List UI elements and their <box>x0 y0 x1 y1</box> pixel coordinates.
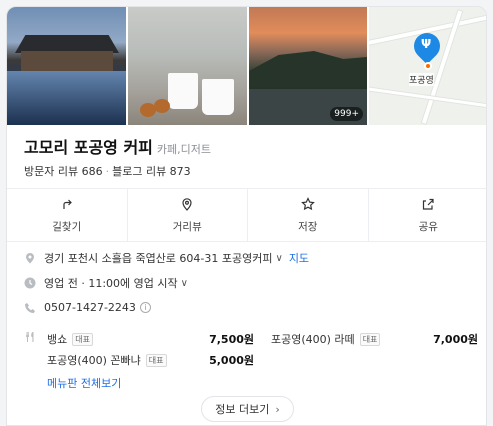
place-category: 카페,디저트 <box>156 143 212 156</box>
action-bar: 길찾기 거리뷰 저장 공유 <box>7 188 487 242</box>
directions-button[interactable]: 길찾기 <box>7 189 128 241</box>
visitor-review-link[interactable]: 방문자 리뷰 686 <box>24 165 103 178</box>
address-text: 경기 포천시 소흘읍 죽엽산로 604-31 포공영커피 <box>44 252 273 265</box>
fork-knife-icon <box>24 331 36 343</box>
pastry <box>154 99 170 113</box>
photo-count-badge: 999+ <box>330 107 363 121</box>
map-place-label: 포공영 <box>409 73 434 86</box>
menu-item-name: 포공영(400) 라떼 <box>271 333 355 346</box>
representative-badge: 대표 <box>145 353 167 367</box>
hanok-building <box>21 51 113 71</box>
directions-icon <box>60 196 74 215</box>
coffee-cup <box>168 73 198 109</box>
street-view-icon <box>180 196 194 215</box>
hours-row: 영업 전 · 11:00에 영업 시작 ∨ <box>24 275 188 291</box>
share-icon <box>421 196 435 215</box>
street-view-label: 거리뷰 <box>172 221 202 233</box>
menu-item[interactable]: 포공영(400) 꼰빠냐 대표 <box>47 352 167 368</box>
chevron-down-icon[interactable]: ∨ <box>181 278 188 289</box>
address-row: 경기 포천시 소흘읍 죽엽산로 604-31 포공영커피 ∨ 지도 <box>24 250 309 266</box>
info-icon[interactable]: i <box>139 302 151 313</box>
phone-icon <box>24 302 36 314</box>
representative-badge: 대표 <box>359 332 381 346</box>
more-info-label: 정보 더보기 <box>215 403 270 416</box>
menu-item-name: 포공영(400) 꼰빠냐 <box>47 354 141 367</box>
place-title-row: 고모리 포공영 커피 카페,디저트 <box>24 134 211 158</box>
place-name: 고모리 포공영 커피 <box>24 138 153 157</box>
photo-coffee-cups[interactable] <box>128 7 247 125</box>
directions-label: 길찾기 <box>52 221 82 233</box>
menu-item-price: 7,500원 <box>209 333 254 346</box>
photo-strip: 999+ Ψ 포공영 <box>7 7 486 125</box>
phone-row: 0507-1427-2243 i <box>24 301 151 314</box>
chevron-down-icon[interactable]: ∨ <box>275 253 282 264</box>
menu-item-price: 7,000원 <box>433 333 478 346</box>
menu-item[interactable]: 포공영(400) 라떼 대표 <box>271 331 381 347</box>
separator: · <box>105 165 110 178</box>
cafe-icon: Ψ <box>421 37 432 51</box>
review-summary: 방문자 리뷰 686 · 블로그 리뷰 873 <box>24 163 191 179</box>
more-info-button[interactable]: 정보 더보기 › <box>201 396 294 422</box>
blog-review-link[interactable]: 블로그 리뷰 873 <box>112 165 191 178</box>
hours-text: 영업 전 · 11:00에 영업 시작 <box>44 277 178 290</box>
save-label: 저장 <box>298 221 318 233</box>
map-thumbnail[interactable]: Ψ 포공영 <box>369 7 486 125</box>
phone-number[interactable]: 0507-1427-2243 <box>44 301 136 314</box>
share-button[interactable]: 공유 <box>369 189 487 241</box>
clock-icon <box>24 277 36 289</box>
menu-item-price: 5,000원 <box>209 354 254 367</box>
coffee-cup <box>202 79 234 115</box>
photo-sunset-terrace[interactable]: 999+ <box>249 7 367 125</box>
location-pin-icon <box>24 252 36 264</box>
save-button[interactable]: 저장 <box>248 189 369 241</box>
map-link[interactable]: 지도 <box>289 250 309 266</box>
menu-item[interactable]: 뱅쇼 대표 <box>47 331 93 347</box>
street-view-button[interactable]: 거리뷰 <box>128 189 248 241</box>
place-card: 999+ Ψ 포공영 고모리 포공영 커피 카페,디저트 방문자 리뷰 686 ·… <box>6 6 487 426</box>
photo-hanok-pool[interactable] <box>7 7 126 125</box>
full-menu-link[interactable]: 메뉴판 전체보기 <box>47 375 121 391</box>
location-dot <box>424 62 432 70</box>
chevron-right-icon: › <box>275 402 280 416</box>
representative-badge: 대표 <box>72 332 93 346</box>
reflecting-pool <box>7 71 126 125</box>
mountain <box>249 51 367 87</box>
star-icon <box>300 196 315 215</box>
menu-item-name: 뱅쇼 <box>47 333 68 346</box>
share-label: 공유 <box>418 221 438 233</box>
